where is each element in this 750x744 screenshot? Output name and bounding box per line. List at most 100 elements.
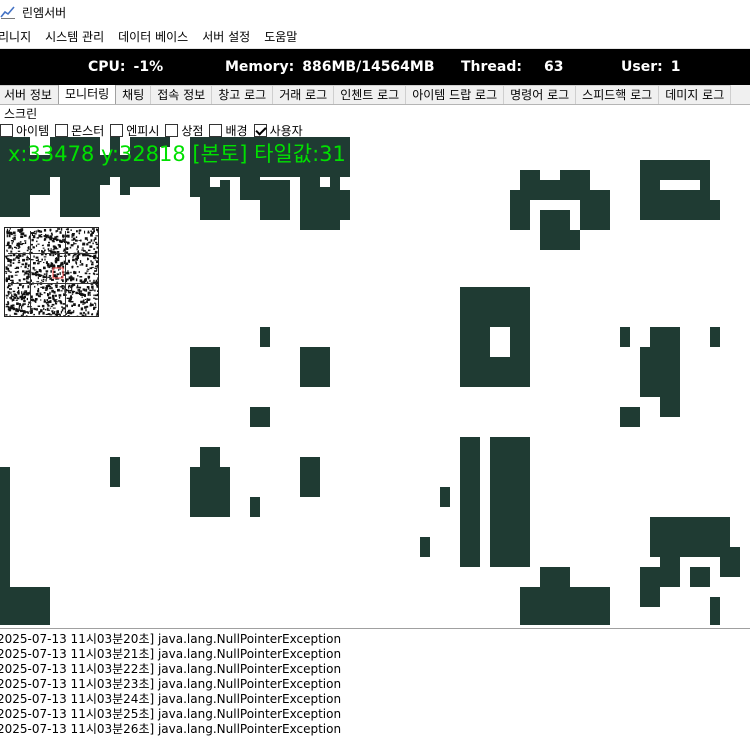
tab-damage-log[interactable]: 데미지 로그 [658,85,732,104]
minimap-pixel [67,310,69,314]
tab-server-info[interactable]: 서버 정보 [0,85,59,104]
tile-map[interactable] [0,137,750,625]
minimap-pixel [10,296,13,300]
minimap-pixel [26,311,28,313]
filter-background[interactable]: 배경 [209,122,248,139]
filter-user[interactable]: 사용자 [253,122,303,139]
minimap-pixel [93,297,96,299]
tab-monitoring[interactable]: 모니터링 [57,85,117,104]
checkbox-shop[interactable] [165,123,179,137]
minimap-pixel [67,270,69,272]
minimap-pixel [66,304,68,307]
minimap-pixel [89,245,93,248]
minimap-pixel [27,273,30,276]
minimap-pixel [93,279,95,281]
minimap-pixel [42,244,44,246]
minimap-pixel [36,281,40,283]
minimap-pixel [32,237,36,239]
tab-trade-log[interactable]: 거래 로그 [272,85,335,104]
map-tile [510,190,530,230]
user-value: 1 [670,59,681,75]
minimap-pixel [91,231,94,234]
minimap-pixel [10,304,13,308]
tab-command-log[interactable]: 명령어 로그 [503,85,577,104]
minimap-pixel [43,299,46,302]
map-view[interactable] [0,137,750,625]
minimap-pixel [66,242,70,245]
minimap-pixel [14,274,18,276]
checkbox-user[interactable] [253,123,267,137]
menu-lineage[interactable]: 리니지 [0,28,39,45]
tab-chat[interactable]: 채팅 [115,85,152,104]
log-panel[interactable]: 2025-07-13 11시03분20초] java.lang.NullPoin… [0,628,750,744]
minimap-pixel [90,233,93,237]
filter-shop[interactable]: 상점 [165,122,203,139]
minimap-pixel [79,239,82,242]
tab-item-drop-log[interactable]: 아이템 드랍 로그 [405,85,505,104]
minimap-pixel [23,234,27,237]
minimap-pixel [79,292,83,295]
minimap-pixel [69,309,71,312]
checkbox-item[interactable] [0,123,13,137]
minimap-pixel [93,294,95,297]
minimap-pixel [33,255,35,258]
filter-item[interactable]: 아이템 [0,122,49,139]
minimap-pixel [90,260,92,263]
minimap-pixel [63,315,66,316]
minimap-pixel [27,305,30,308]
minimap-road [30,231,31,311]
menu-server-settings[interactable]: 서버 설정 [202,28,258,45]
minimap-pixel [65,278,69,281]
log-line: 2025-07-13 11시03분26초] java.lang.NullPoin… [0,722,342,736]
minimap-pixel [52,249,54,251]
minimap-pixel [13,258,15,261]
minimap-pixel [6,297,8,299]
minimap-pixel [5,267,8,270]
minimap-pixel [78,286,82,289]
minimap-pixel [22,278,26,281]
minimap[interactable] [4,227,99,317]
minimap-pixel [54,275,58,278]
menu-help[interactable]: 도움말 [264,28,305,45]
map-tile [470,517,480,557]
menu-system[interactable]: 시스템 관리 [45,28,112,45]
tab-connection-info[interactable]: 접속 정보 [150,85,213,104]
minimap-pixel [70,229,72,231]
minimap-pixel [9,254,13,257]
minimap-pixel [12,290,16,293]
minimap-pixel [72,258,75,262]
minimap-pixel [19,241,22,243]
checkbox-background[interactable] [209,123,223,137]
tab-enchant-log[interactable]: 인첸트 로그 [333,85,407,104]
minimap-pixel [91,263,94,266]
map-floor [490,327,510,357]
minimap-pixel [22,285,24,288]
menu-database[interactable]: 데이터 베이스 [118,28,196,45]
minimap-pixel [5,272,8,274]
minimap-pixel [67,254,71,256]
minimap-pixel [85,288,88,292]
minimap-pixel [58,296,61,299]
minimap-pixel [90,239,93,242]
minimap-pixel [34,285,36,288]
minimap-pixel [92,242,94,245]
minimap-pixel [53,290,56,294]
minimap-pixel [57,265,60,268]
filter-monster[interactable]: 몬스터 [55,122,104,139]
minimap-pixel [90,302,92,305]
minimap-pixel [24,240,27,242]
minimap-pixel [82,303,85,305]
minimap-pixel [55,303,58,305]
checkbox-monster[interactable] [55,123,69,137]
minimap-pixel [26,249,29,252]
checkbox-npc[interactable] [110,123,124,137]
tab-warehouse-log[interactable]: 창고 로그 [211,85,274,104]
minimap-pixel [96,260,98,264]
tab-speedhack-log[interactable]: 스피드핵 로그 [575,85,660,104]
minimap-pixel [44,289,48,291]
minimap-pixel [38,250,40,252]
minimap-image [5,228,98,316]
map-tile [540,567,570,587]
filter-npc[interactable]: 엔피시 [110,122,159,139]
minimap-pixel [69,297,72,301]
